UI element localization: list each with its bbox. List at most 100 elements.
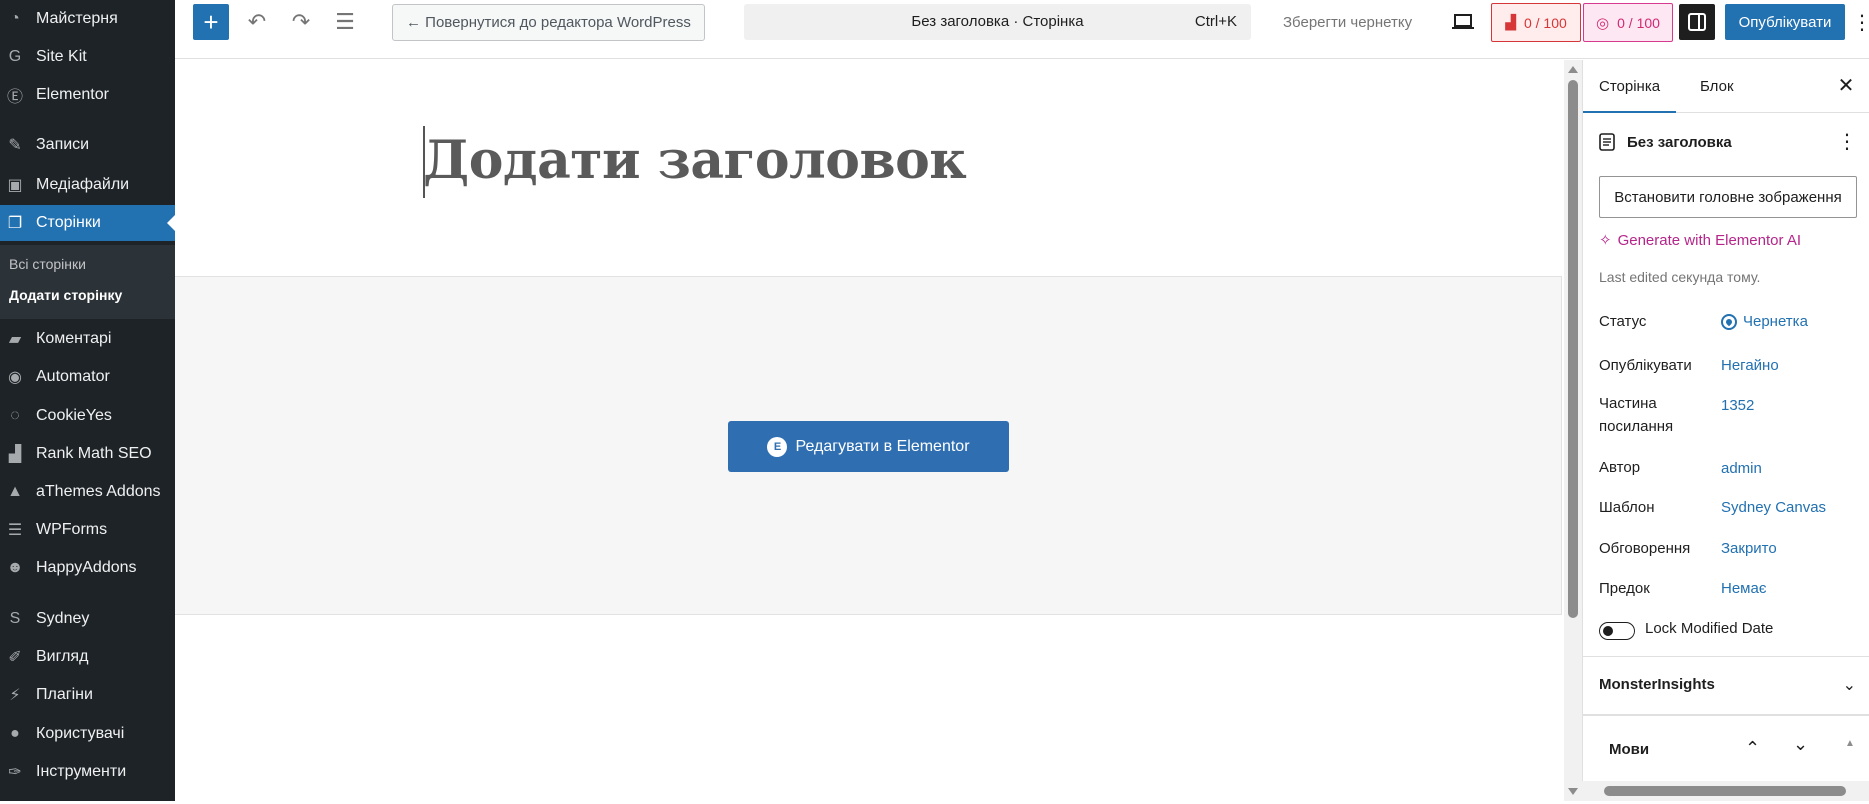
sidebar-item-label: aThemes Addons [36, 483, 161, 500]
permalink-button[interactable]: 1352 [1721, 394, 1754, 417]
ai-score-button[interactable]: ◎ 0 / 100 [1583, 3, 1673, 42]
permalink-label-line1: Частина [1599, 395, 1657, 412]
horizontal-scroll-thumb[interactable] [1604, 786, 1846, 796]
author-label: Автор [1599, 459, 1641, 476]
sidebar-item-pushpin[interactable]: ✎ Записи [0, 127, 175, 163]
sidebar-horizontal-scrollbar[interactable] [1582, 781, 1869, 801]
sidebar-item-tools[interactable]: ✑ Інструменти [0, 754, 175, 790]
collapse-triangle-icon[interactable]: ▲ [1845, 738, 1855, 749]
scroll-down-arrow[interactable] [1568, 788, 1578, 795]
sidebar-item-automator[interactable]: ◉ Automator [0, 359, 175, 395]
sidebar-item-cookie[interactable]: ◌ CookieYes [0, 398, 175, 434]
canvas-scrollbar[interactable] [1564, 60, 1582, 801]
sidebar-tabs: Сторінка Блок ✕ [1583, 60, 1869, 113]
undo-button[interactable]: ↶ [239, 4, 275, 40]
sidebar-item-athemes[interactable]: ▲ aThemes Addons [0, 474, 175, 510]
pages-submenu: Всі сторінки Додати сторінку [0, 245, 175, 319]
status-value: Чернетка [1743, 313, 1808, 330]
redo-icon: ↷ [291, 9, 311, 34]
generate-with-ai-link[interactable]: ✧ Generate with Elementor AI [1599, 231, 1802, 250]
sidebar-item-comments[interactable]: ▰ Коментарі [0, 321, 175, 357]
sidebar-item-label: CookieYes [36, 407, 112, 424]
title-placeholder[interactable]: Додати заголовок [423, 130, 967, 191]
redo-button[interactable]: ↷ [283, 4, 319, 40]
edit-with-elementor-button[interactable]: E Редагувати в Elementor [728, 421, 1009, 472]
sidebar-item-sydney[interactable]: S Sydney [0, 601, 175, 637]
publish-label: Опублікувати [1599, 357, 1692, 374]
rankmath-icon: ▟ [1505, 14, 1516, 30]
parent-button[interactable]: Немає [1721, 577, 1766, 600]
users-icon: ● [10, 725, 20, 742]
sidebar-item-label: Сторінки [36, 214, 101, 231]
close-icon[interactable]: ✕ [1834, 74, 1858, 98]
dashboard-icon: ◔ [10, 10, 20, 27]
command-palette-bar[interactable]: Без заголовка · Сторінка Ctrl+K [744, 4, 1251, 40]
sidebar-item-dashboard[interactable]: ◔ Майстерня [0, 1, 175, 37]
appearance-icon: ✐ [8, 649, 22, 666]
laptop-icon [1452, 14, 1474, 29]
move-up-chevron-icon[interactable]: ⌃ [1745, 738, 1760, 759]
pushpin-icon: ✎ [8, 137, 22, 154]
sidebar-item-rankmath[interactable]: ▟ Rank Math SEO [0, 436, 175, 472]
elementor-placeholder-area: E Редагувати в Elementor [175, 276, 1562, 615]
ai-sparkle-icon: ✧ [1599, 232, 1612, 249]
sidebar-item-media[interactable]: ▣ Медіафайли [0, 167, 175, 203]
plus-icon: + [203, 6, 219, 37]
sidebar-item-wpforms[interactable]: ☰ WPForms [0, 512, 175, 548]
settings-toggle-button[interactable] [1679, 4, 1715, 40]
sidebar-item-label: Automator [36, 368, 110, 385]
publish-button[interactable]: Опублікувати [1725, 4, 1845, 40]
publish-date-button[interactable]: Негайно [1721, 354, 1779, 377]
monsterinsights-panel[interactable]: MonsterInsights ⌄ [1583, 656, 1869, 714]
sidebar-item-label: Записи [36, 136, 90, 153]
add-block-button[interactable]: + [193, 4, 229, 40]
scroll-up-arrow[interactable] [1568, 66, 1578, 73]
tab-block[interactable]: Блок [1694, 60, 1740, 113]
document-actions-icon[interactable]: ⋮ [1837, 132, 1857, 152]
preview-button[interactable] [1445, 4, 1481, 40]
set-featured-image-button[interactable]: Встановити головне зображення [1599, 176, 1857, 218]
options-menu-icon[interactable]: ⋮ [1855, 4, 1869, 40]
sidebar-item-label: WPForms [36, 521, 108, 538]
shortcut-hint: Ctrl+K [1194, 13, 1237, 30]
author-button[interactable]: admin [1721, 457, 1762, 480]
rankmath-seo-score-button[interactable]: ▟ 0 / 100 [1491, 3, 1581, 42]
sidebar-item-label: Медіафайли [36, 176, 130, 193]
settings-sidebar: Сторінка Блок ✕ Без заголовка ⋮ Встанови… [1582, 60, 1869, 801]
submenu-all-pages[interactable]: Всі сторінки [9, 256, 86, 272]
sidebar-item-label: Вигляд [36, 648, 89, 665]
title-area[interactable]: Додати заголовок [175, 60, 1564, 276]
sidebar-item-plugins[interactable]: ⚡ Плагіни [0, 677, 175, 713]
ai-spiral-icon: ◎ [1596, 14, 1610, 32]
back-to-wp-editor-button[interactable]: ← Повернутися до редактора WordPress [392, 4, 705, 41]
sidebar-item-label: Site Kit [36, 48, 87, 65]
template-label: Шаблон [1599, 499, 1655, 516]
document-name: Без заголовка [1627, 133, 1732, 151]
draft-status-icon [1721, 313, 1737, 330]
document-overview-button[interactable]: ☰ [327, 4, 363, 40]
move-down-chevron-icon[interactable]: ⌄ [1793, 734, 1808, 755]
happyaddons-icon: ☻ [6, 559, 24, 576]
sidebar-item-sitekit[interactable]: G Site Kit [0, 39, 175, 75]
seo-score-value: 0 / 100 [1523, 14, 1567, 31]
status-value-button[interactable]: Чернетка [1721, 310, 1808, 333]
permalink-label-line2: посилання [1599, 418, 1674, 435]
wpforms-icon: ☰ [7, 522, 23, 539]
template-button[interactable]: Sydney Canvas [1721, 496, 1826, 519]
sidebar-item-users[interactable]: ● Користувачі [0, 716, 175, 752]
sidebar-item-elementor[interactable]: Ⓔ Elementor [0, 77, 175, 113]
scroll-thumb[interactable] [1568, 80, 1578, 618]
submenu-add-page[interactable]: Додати сторінку [9, 287, 122, 303]
sitekit-icon: G [8, 48, 22, 65]
sidebar-item-appearance[interactable]: ✐ Вигляд [0, 639, 175, 675]
sidebar-item-label: Плагіни [36, 686, 93, 703]
sidebar-item-happyaddons[interactable]: ☻ HappyAddons [0, 550, 175, 586]
sidebar-item-label: Коментарі [36, 330, 112, 347]
save-draft-button[interactable]: Зберегти чернетку [1283, 4, 1412, 40]
comments-button[interactable]: Закрито [1721, 537, 1777, 560]
lock-modified-date-toggle[interactable] [1599, 622, 1635, 640]
tab-page[interactable]: Сторінка [1583, 60, 1677, 113]
sidebar-panel-icon [1688, 13, 1706, 31]
sidebar-item-pages[interactable]: ❐ Сторінки [0, 205, 175, 241]
generate-ai-label: Generate with Elementor AI [1617, 231, 1802, 249]
